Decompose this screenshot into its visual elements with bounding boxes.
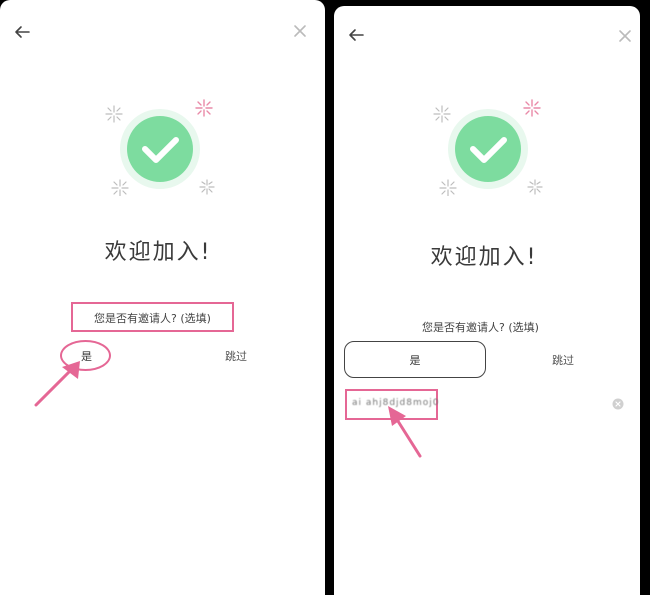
pointer-arrow: [34, 361, 80, 407]
pointer-arrow: [388, 406, 422, 458]
arrow-left-icon[interactable]: [14, 25, 30, 39]
success-badge: [433, 99, 543, 196]
clear-circle-icon[interactable]: [612, 398, 624, 410]
yes-button[interactable]: 是: [344, 341, 486, 378]
success-badge: [105, 99, 215, 196]
panel-divider: [325, 0, 334, 595]
screen-right: 欢迎加入! 您是否有邀请人? (选填) 是 跳过 ai ahj8djd8moj0: [334, 6, 640, 595]
inviter-question: 您是否有邀请人? (选填): [422, 321, 539, 334]
inviter-question: 您是否有邀请人? (选填): [94, 312, 211, 325]
arrow-left-icon[interactable]: [348, 28, 364, 42]
close-icon[interactable]: [293, 24, 307, 38]
screen-left: 欢迎加入! 您是否有邀请人? (选填) 是 跳过: [0, 0, 325, 595]
skip-button[interactable]: 跳过: [225, 348, 247, 364]
right-frame-edge: [640, 0, 650, 595]
page-title: 欢迎加入!: [104, 240, 212, 265]
skip-button[interactable]: 跳过: [552, 352, 574, 368]
page-title: 欢迎加入!: [430, 245, 538, 270]
close-icon[interactable]: [618, 29, 632, 43]
